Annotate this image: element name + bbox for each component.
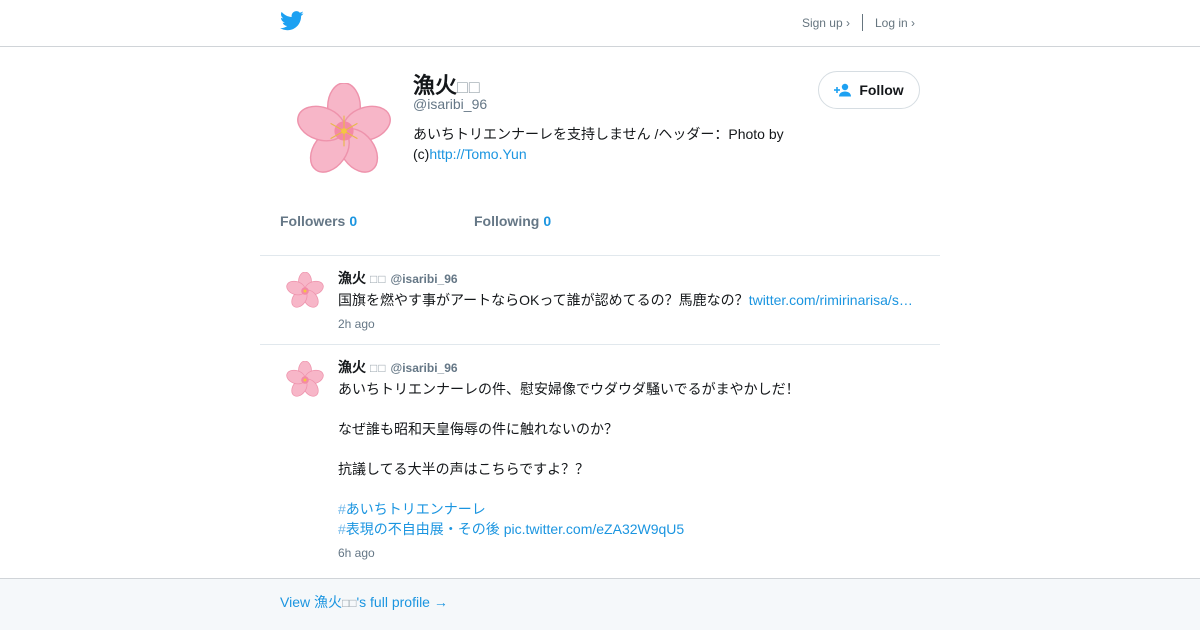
hashtag-link[interactable]: #あいちトリエンナーレ bbox=[338, 501, 486, 517]
tweet-timestamp[interactable]: 2h ago bbox=[338, 317, 375, 331]
nav-divider bbox=[861, 14, 863, 31]
login-link[interactable]: Log in › bbox=[875, 16, 915, 30]
tweet-author-name[interactable]: 漁火 bbox=[338, 270, 366, 286]
profile-handle: @isaribi_96 bbox=[413, 96, 488, 112]
following-stat[interactable]: Following 0 bbox=[474, 213, 551, 229]
following-label: Following bbox=[474, 213, 540, 229]
tweet-line: なぜ誰も昭和天皇侮辱の件に触れないのか？ bbox=[338, 421, 618, 437]
followers-count: 0 bbox=[349, 213, 358, 229]
tweet-line: あいちトリエンナーレの件、慰安婦像でウダウダ騒いでるがまやかしだ！ bbox=[338, 381, 800, 397]
followers-stat[interactable]: Followers 0 bbox=[280, 213, 357, 229]
follow-button[interactable]: Follow bbox=[818, 71, 920, 109]
tweet-header: 漁火 □□ @isaribi_96 bbox=[338, 357, 458, 377]
pic-link[interactable]: pic.twitter.com/eZA32W9qU5 bbox=[504, 521, 685, 537]
tweet-text: 国旗を燃やす事がアートならOKって誰が認めてるの？馬鹿なの？twitter.co… bbox=[338, 290, 923, 310]
profile-card: 漁火□□ @isaribi_96 あいちトリエンナーレを支持しません /ヘッダー… bbox=[260, 47, 940, 256]
view-glyphs: □□ bbox=[341, 596, 357, 610]
profile-name-text: 漁火 bbox=[413, 73, 458, 98]
top-nav: Sign up › Log in › bbox=[802, 14, 915, 31]
tweet-author-handle[interactable]: @isaribi_96 bbox=[391, 361, 458, 375]
profile-name-glyphs: □□ bbox=[457, 77, 481, 97]
hashtag-text: あいちトリエンナーレ bbox=[345, 501, 486, 517]
signup-link[interactable]: Sign up › bbox=[802, 16, 850, 30]
tweet-item[interactable]: 漁火 □□ @isaribi_96 あいちトリエンナーレの件、慰安婦像でウダウダ騒い… bbox=[260, 345, 940, 578]
cherry-blossom-icon[interactable] bbox=[286, 360, 324, 399]
followers-label: Followers bbox=[280, 213, 346, 229]
tweet-text-content: 国旗を燃やす事がアートならOKって誰が認めてるの？馬鹿なの？ bbox=[338, 292, 749, 308]
top-bar: Sign up › Log in › bbox=[0, 0, 1200, 47]
hash-symbol: # bbox=[338, 501, 346, 517]
cherry-blossom-icon[interactable] bbox=[286, 271, 324, 310]
twitter-bird-icon[interactable] bbox=[280, 11, 304, 31]
tweet-timestamp[interactable]: 6h ago bbox=[338, 546, 375, 560]
follow-label: Follow bbox=[859, 82, 904, 98]
hash-symbol: # bbox=[338, 521, 346, 537]
tweet-header: 漁火 □□ @isaribi_96 bbox=[338, 268, 458, 288]
hashtag-text: 表現の不自由展・その後 bbox=[345, 521, 500, 537]
view-prefix: View 漁火 bbox=[280, 594, 342, 610]
tweet-author-glyphs: □□ bbox=[370, 361, 387, 375]
view-full-profile-link[interactable]: View 漁火□□'s full profile → bbox=[280, 592, 448, 612]
tweet-item[interactable]: 漁火 □□ @isaribi_96 国旗を燃やす事がアートならOKって誰が認めてるの… bbox=[260, 256, 940, 345]
add-user-icon bbox=[834, 83, 852, 97]
tweet-author-name[interactable]: 漁火 bbox=[338, 359, 366, 375]
footer: View 漁火□□'s full profile → bbox=[0, 578, 1200, 630]
cherry-blossom-icon[interactable] bbox=[296, 82, 392, 179]
view-suffix: 's full profile → bbox=[356, 594, 448, 610]
bio-link[interactable]: http://Tomo.Yun bbox=[429, 146, 526, 162]
tweet-text: あいちトリエンナーレの件、慰安婦像でウダウダ騒いでるがまやかしだ！ なぜ誰も昭和… bbox=[338, 379, 923, 539]
tweet-link[interactable]: twitter.com/rimirinarisa/s… bbox=[749, 292, 913, 308]
tweet-author-handle[interactable]: @isaribi_96 bbox=[391, 272, 458, 286]
tweet-line: 抗議してる大半の声はこちらですよ？？ bbox=[338, 461, 590, 477]
following-count: 0 bbox=[543, 213, 552, 229]
profile-bio: あいちトリエンナーレを支持しません /ヘッダー：Photo by (c)http… bbox=[413, 124, 813, 164]
tweet-author-glyphs: □□ bbox=[370, 272, 387, 286]
hashtag-link[interactable]: #表現の不自由展・その後 bbox=[338, 521, 500, 537]
